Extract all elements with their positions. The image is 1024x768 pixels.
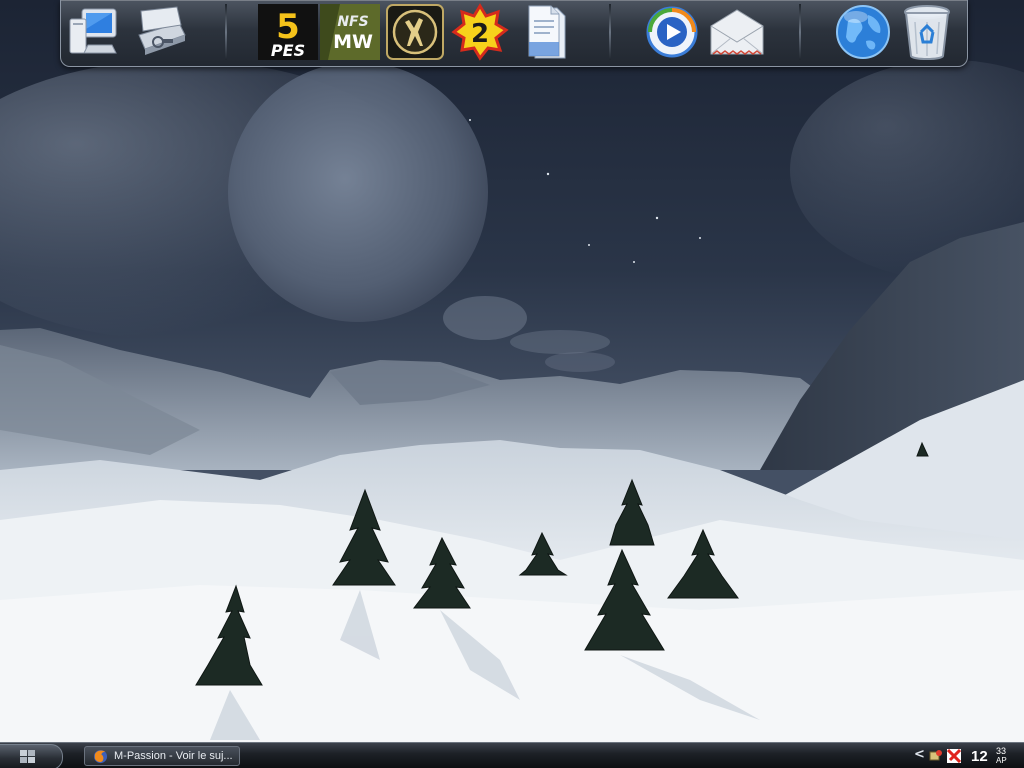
- recycle-bin-icon: [904, 5, 950, 60]
- badge-2-game-icon: 2: [451, 3, 509, 61]
- taskbar-window-title: M-Passion - Voir le suj...: [114, 750, 233, 762]
- globe-icon: [836, 5, 890, 59]
- my-computer-launcher[interactable]: [64, 2, 124, 62]
- recycle-bin-launcher[interactable]: [897, 2, 957, 62]
- dock-separator: [799, 4, 801, 60]
- winter-landscape-wallpaper: [0, 0, 1024, 768]
- dock-separator: [225, 4, 227, 60]
- documents-icon: [528, 5, 566, 59]
- svg-text:NFS: NFS: [337, 14, 368, 30]
- nfs-most-wanted-game-icon: NFS MW: [320, 4, 380, 60]
- antivirus-icon[interactable]: [947, 749, 961, 763]
- scanner-icon: [138, 6, 186, 55]
- pes5-launcher[interactable]: 5 PES: [258, 2, 318, 62]
- clock[interactable]: 12 33 AP: [971, 746, 1021, 768]
- deer-emblem-game-icon: [386, 4, 444, 60]
- nfs-mw-launcher[interactable]: NFS MW: [320, 2, 380, 62]
- documents-launcher[interactable]: [516, 2, 576, 62]
- browser-launcher[interactable]: [833, 2, 893, 62]
- dock-bar: 5 PES NFS MW 2: [60, 0, 968, 67]
- media-player-icon: [646, 6, 698, 58]
- deer-emblem-launcher[interactable]: [385, 2, 445, 62]
- taskbar: M-Passion - Voir le suj... < 12 33 AP: [0, 742, 1024, 768]
- media-player-launcher[interactable]: [642, 2, 702, 62]
- firefox-icon: [93, 749, 108, 764]
- svg-text:PES: PES: [271, 41, 305, 60]
- scanner-launcher[interactable]: [131, 2, 191, 62]
- network-alert-icon[interactable]: [929, 749, 943, 763]
- svg-text:MW: MW: [333, 31, 373, 53]
- tray-expand-chevron[interactable]: <: [914, 747, 925, 762]
- game-2-launcher[interactable]: 2: [450, 2, 510, 62]
- mail-launcher[interactable]: [707, 2, 767, 62]
- system-tray: < 12 33 AP: [908, 743, 1024, 768]
- clock-ampm: AP: [996, 756, 1007, 765]
- mail-envelope-icon: [710, 9, 764, 55]
- taskbar-window-button[interactable]: M-Passion - Voir le suj...: [84, 746, 240, 766]
- pes5-game-icon: 5 PES: [258, 4, 318, 60]
- computer-icon: [69, 8, 117, 54]
- svg-text:2: 2: [471, 19, 489, 49]
- desktop[interactable]: 5 PES NFS MW 2 M-Passion - Voir le suj..…: [0, 0, 1024, 768]
- dock-separator: [609, 4, 611, 60]
- start-orb-icon: [20, 750, 35, 763]
- start-button[interactable]: [0, 744, 63, 768]
- clock-hour: 12: [971, 748, 988, 765]
- clock-minutes: 33: [996, 746, 1007, 756]
